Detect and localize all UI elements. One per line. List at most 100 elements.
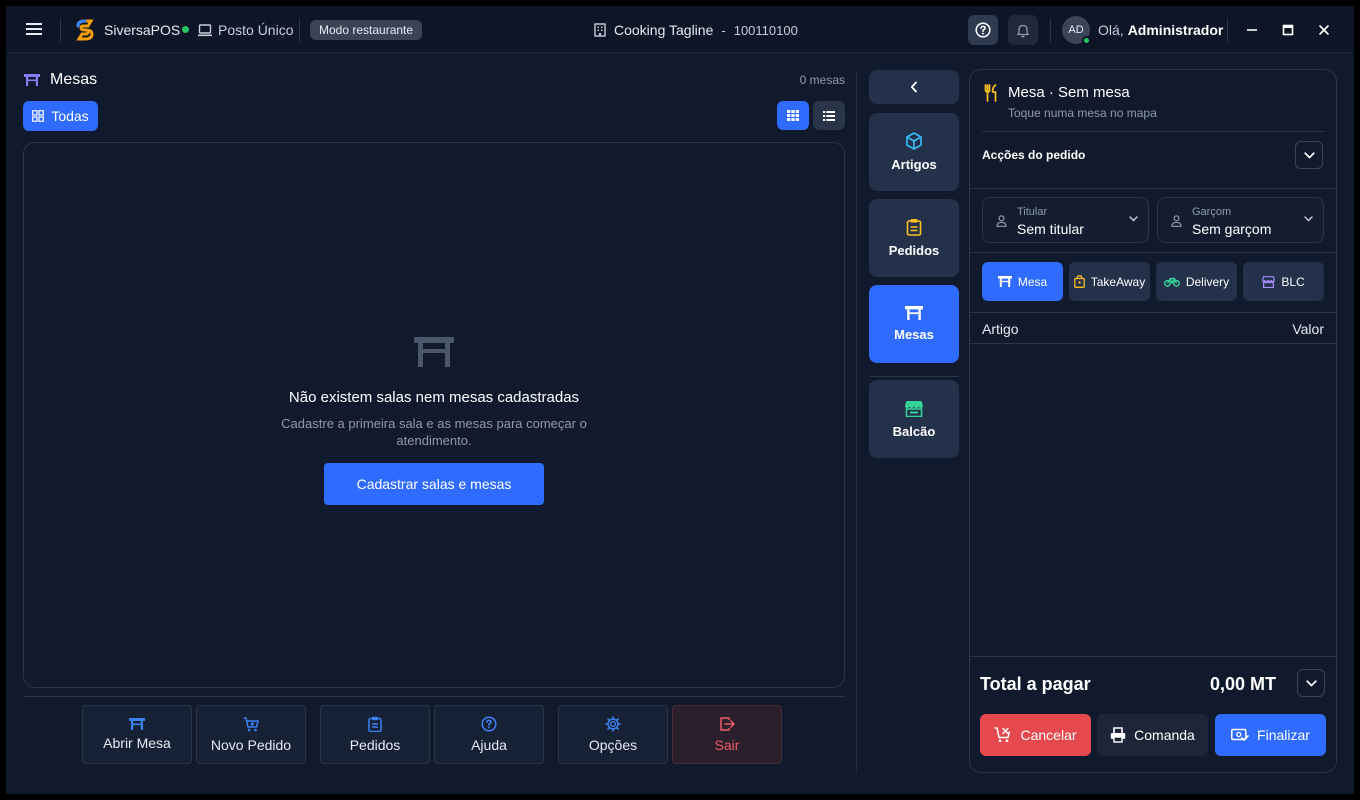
order-type-takeaway[interactable]: TakeAway [1069,262,1150,301]
app-brand: SiversaPOS [104,22,181,38]
garcom-value: Sem garçom [1192,221,1272,237]
total-label: Total a pagar [980,674,1091,694]
close-icon [1319,25,1329,35]
rail-item-balcao[interactable]: Balcão [869,380,959,458]
empty-state-title: Não existem salas nem mesas cadastradas [288,389,580,406]
new-order-label: Novo Pedido [210,736,292,753]
grid-view-icon [787,110,799,121]
column-header-value: Valor [1292,321,1324,337]
register-tables-button[interactable]: Cadastrar salas e mesas [324,463,544,505]
logout-icon [720,717,735,731]
help-action-button[interactable]: Ajuda [434,705,544,764]
total-value: 0,00 MT [1209,674,1276,694]
order-type-mesa-label: Mesa [1017,274,1048,289]
table-icon [129,718,145,730]
filter-all-label: Todas [51,108,89,124]
divider [1050,18,1051,42]
page-title: Mesas [24,71,97,89]
cutlery-icon [984,84,997,102]
rail-item-artigos[interactable]: Artigos [869,113,959,191]
user-greeting[interactable]: Olá, Administrador [1098,22,1223,38]
cart-icon [243,716,259,731]
brand-logo-icon [74,19,96,41]
posto-label: Posto Único [198,22,293,38]
divider [970,656,1336,657]
monitor-icon [198,23,212,36]
divider [299,18,300,42]
gear-icon [605,716,621,732]
minimize-icon [1247,29,1257,31]
chevron-down-icon [1303,151,1315,158]
options-button[interactable]: Opções [558,705,668,764]
rail-item-pedidos[interactable]: Pedidos [869,199,959,277]
close-button[interactable] [1314,20,1334,40]
minimize-button[interactable] [1242,20,1262,40]
grid-icon [32,110,45,122]
chevron-down-icon [1129,216,1138,222]
new-order-button[interactable]: Novo Pedido [196,705,306,764]
user-name: Administrador [1127,22,1224,38]
cancel-order-label: Cancelar [1020,727,1077,743]
open-table-label: Abrir Mesa [103,735,171,751]
order-type-blc-label: BLC [1281,274,1305,289]
order-actions-toggle[interactable] [1295,141,1323,169]
printer-icon [1110,727,1126,743]
waiter-icon [1171,215,1182,227]
table-icon [997,276,1012,287]
titular-label: Titular [1017,206,1048,218]
clipboard-icon [368,716,382,732]
notifications-button[interactable] [1008,15,1038,45]
page-title-text: Mesas [50,71,98,88]
maximize-button[interactable] [1278,20,1298,40]
order-title: Mesa · Sem mesa [1008,84,1130,101]
collapse-rail-button[interactable] [869,70,959,104]
rail-item-mesas[interactable]: Mesas [869,285,959,363]
logout-button[interactable]: Sair [672,705,782,764]
list-view-icon [823,110,835,121]
company-info: Cooking Tagline - 100110100 [594,22,798,38]
rail-mesas-label: Mesas [894,327,934,342]
clipboard-icon [906,219,922,236]
filter-all-button[interactable]: Todas [23,101,98,131]
list-view-button[interactable] [813,101,845,130]
orders-label: Pedidos [349,737,401,753]
table-map: Não existem salas nem mesas cadastradas … [23,142,845,688]
help-icon [481,716,497,732]
column-header-item: Artigo [982,321,1019,337]
divider [1227,18,1228,42]
store-icon [905,400,923,417]
empty-table-icon [414,337,454,367]
user-online-icon [1082,36,1091,45]
grid-view-button[interactable] [777,101,809,130]
rail-balcao-label: Balcão [892,423,936,439]
order-type-mesa[interactable]: Mesa [982,262,1063,301]
cancel-order-button[interactable]: Cancelar [980,714,1091,756]
divider [856,70,857,773]
options-label: Opções [588,737,638,753]
app-window: SiversaPOS Posto Único Modo restaurante … [6,6,1354,794]
chevron-down-icon [1305,679,1317,686]
total-details-toggle[interactable] [1297,669,1325,697]
cart-remove-icon [994,727,1011,743]
table-icon [24,74,40,86]
titular-select[interactable]: Titular Sem titular [982,197,1149,243]
bag-icon [1073,275,1085,288]
finalize-order-button[interactable]: Finalizar [1215,714,1326,756]
order-type-takeaway-label: TakeAway [1090,274,1146,289]
orders-button[interactable]: Pedidos [320,705,430,764]
order-actions-label: Acções do pedido [982,148,1086,162]
order-type-delivery[interactable]: Delivery [1156,262,1237,301]
help-icon [975,22,991,38]
open-table-button[interactable]: Abrir Mesa [82,705,192,764]
order-type-blc[interactable]: BLC [1243,262,1324,301]
table-icon [905,306,923,320]
chevron-down-icon [1304,216,1313,222]
comanda-button[interactable]: Comanda [1097,714,1208,756]
bike-icon [1163,277,1180,287]
help-button[interactable] [968,15,998,45]
rail-artigos-label: Artigos [891,157,937,172]
rail-pedidos-label: Pedidos [888,243,940,258]
garcom-select[interactable]: Garçom Sem garçom [1157,197,1324,243]
order-type-delivery-label: Delivery [1185,274,1230,289]
menu-icon[interactable] [26,22,42,36]
